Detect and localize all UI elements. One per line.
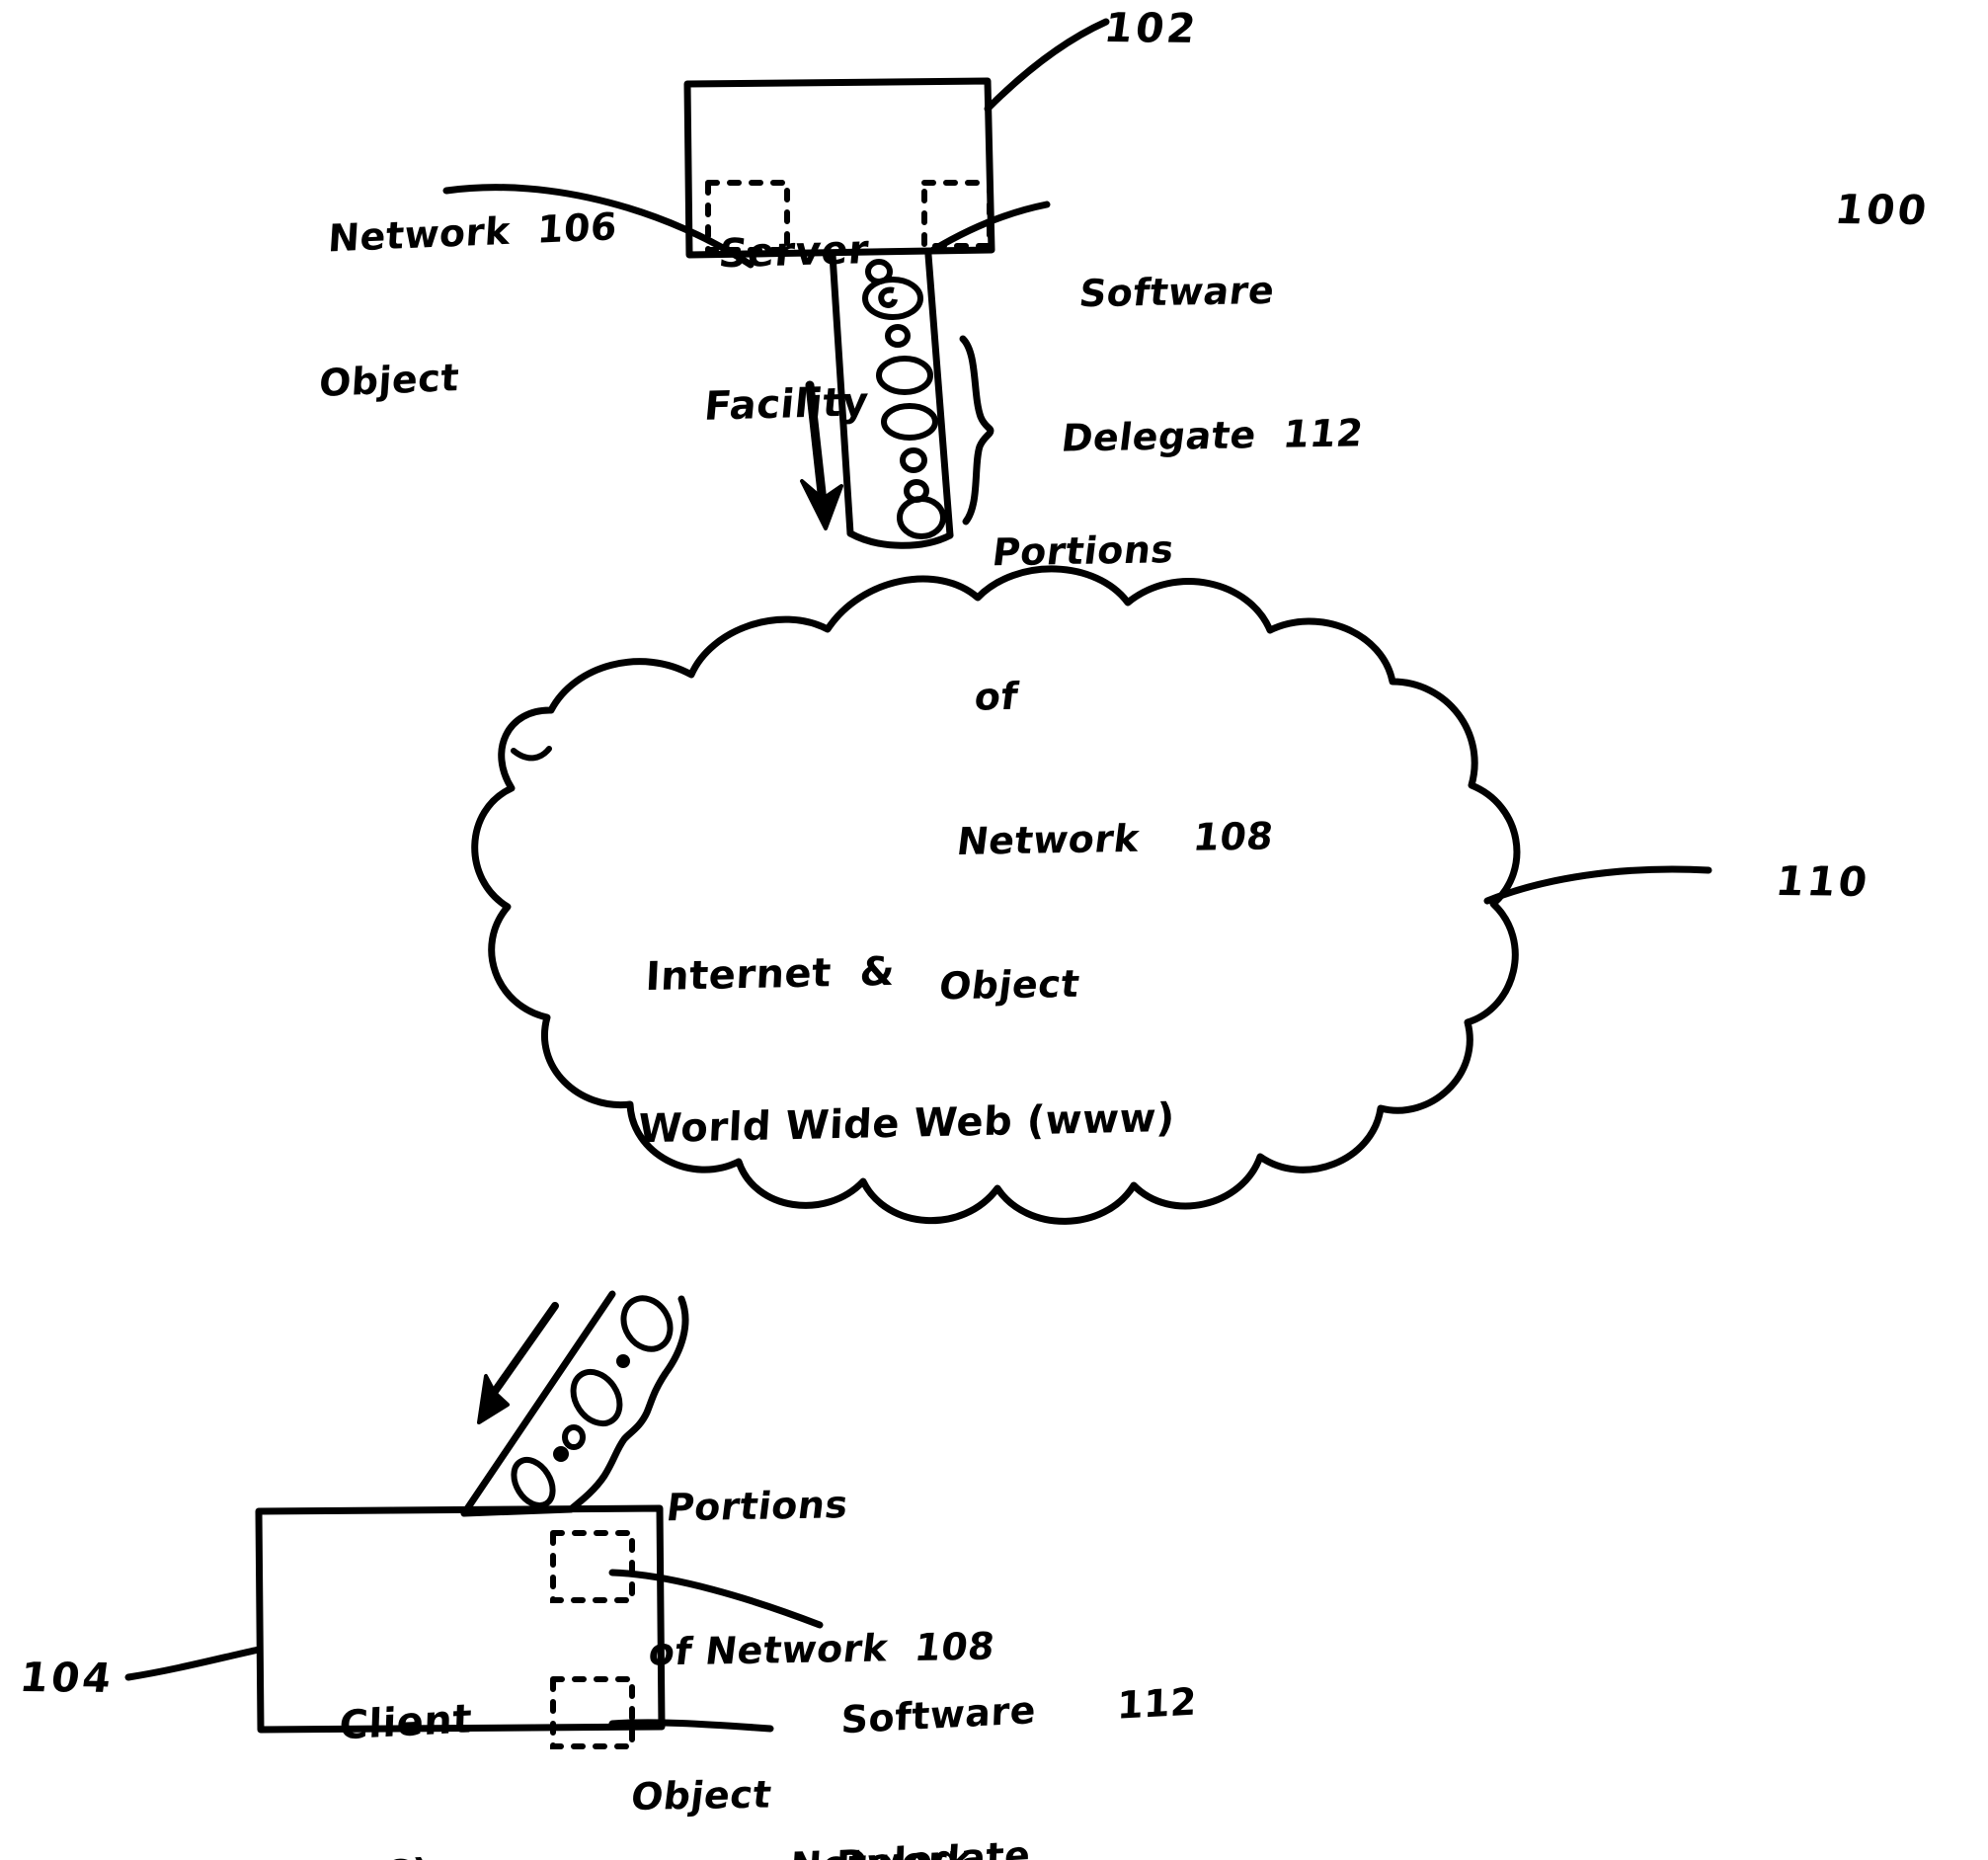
ref-number-104: 104 xyxy=(17,1653,118,1702)
client-pc-label: Client (PC) xyxy=(330,1593,477,1860)
ref-number-100: 100 xyxy=(1832,185,1933,234)
client-network-object-dashed-box xyxy=(550,1676,635,1749)
portions-top-line2: of xyxy=(972,674,1021,719)
leader-line-102 xyxy=(984,18,1110,113)
network-object-bottom-label: Network Object 106 xyxy=(773,1735,1085,1860)
leader-line-110 xyxy=(1483,865,1712,905)
software-delegate-bottom-line1: Software 112 xyxy=(839,1679,1198,1742)
client-line2: (PC) xyxy=(333,1847,467,1860)
network-object-bottom-line1: Network xyxy=(789,1830,1079,1860)
ref-number-110: 110 xyxy=(1773,856,1873,906)
patent-figure-page: Server Facility 102 100 Network 106 Obje… xyxy=(0,0,1988,1860)
network-object-top-line2: Object xyxy=(317,356,461,406)
server-facility-line2: Facility xyxy=(702,379,871,430)
portions-bottom-line1: Portions xyxy=(664,1483,851,1530)
software-delegate-top-line1: Software xyxy=(1076,269,1278,316)
upper-portions-brace xyxy=(959,335,994,526)
cloud-line1: Internet & xyxy=(644,949,897,1001)
portions-top-line1: Portions xyxy=(990,527,1177,575)
network-object-top-line1: Network 106 xyxy=(326,204,619,261)
server-facility-line1: Server xyxy=(716,227,871,278)
cloud-label: Internet & World Wide Web (www) xyxy=(632,841,1188,1256)
ref-number-102: 102 xyxy=(1101,3,1202,52)
network-object-top-label: Network 106 Object xyxy=(311,107,624,505)
cloud-line2: World Wide Web (www) xyxy=(637,1094,1176,1153)
client-line1: Client xyxy=(338,1696,473,1749)
lower-flow-arrow xyxy=(477,1302,559,1424)
leader-line-104 xyxy=(124,1646,263,1681)
client-software-delegate-dashed-box xyxy=(550,1530,635,1603)
